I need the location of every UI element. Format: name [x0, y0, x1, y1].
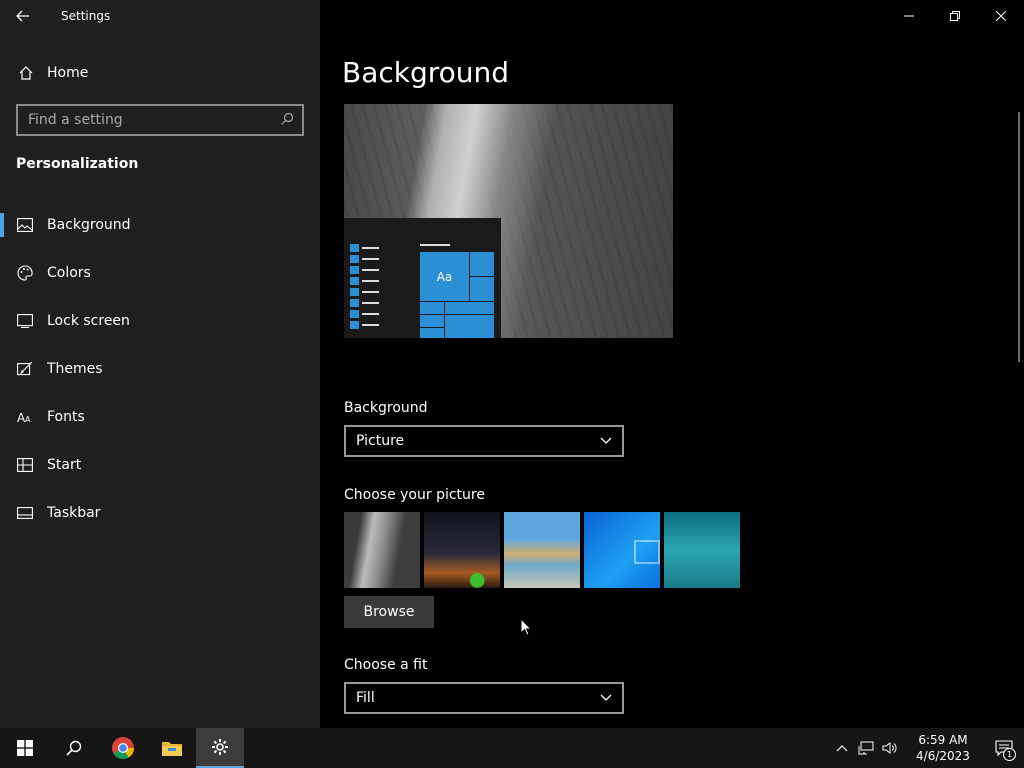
sidebar-item-background[interactable]: Background [0, 201, 320, 249]
settings-taskbar-button[interactable] [196, 728, 244, 768]
preview-tiles: Aa [420, 252, 494, 338]
choose-picture-label: Choose your picture [344, 487, 485, 503]
back-button[interactable] [0, 0, 46, 32]
minimize-icon [904, 15, 914, 17]
chevron-down-icon [600, 437, 612, 444]
search-box[interactable] [16, 104, 304, 136]
mouse-cursor-icon [520, 618, 532, 636]
picture-thumbnail[interactable] [344, 512, 420, 588]
scrollbar[interactable] [1018, 112, 1020, 362]
app-title: Settings [61, 9, 111, 23]
home-icon [0, 65, 47, 81]
picture-thumbnail[interactable] [504, 512, 580, 588]
restore-icon [950, 11, 960, 21]
sidebar-item-label: Lock screen [47, 313, 130, 329]
clock-time: 6:59 AM [918, 733, 968, 747]
sidebar-item-label: Fonts [47, 409, 85, 425]
fonts-icon: AA [0, 410, 47, 424]
picture-icon [0, 218, 47, 232]
taskbar: 6:59 AM 4/6/2023 1 [0, 728, 1024, 768]
windows-logo-icon [16, 740, 33, 756]
sidebar-item-lock-screen[interactable]: Lock screen [0, 297, 320, 345]
chevron-down-icon [600, 694, 612, 701]
system-tray: 6:59 AM 4/6/2023 1 [830, 728, 1024, 768]
settings-sidebar: Settings Home Personalization Background… [0, 0, 320, 728]
search-icon[interactable] [280, 111, 294, 130]
background-dropdown-value: Picture [356, 433, 405, 449]
sidebar-item-label: Taskbar [47, 505, 101, 521]
close-button[interactable] [978, 0, 1024, 32]
clock-date: 4/6/2023 [916, 749, 970, 763]
sidebar-item-themes[interactable]: Themes [0, 345, 320, 393]
start-icon [0, 458, 47, 472]
chrome-taskbar-button[interactable] [98, 728, 147, 768]
sidebar-item-taskbar[interactable]: Taskbar [0, 489, 320, 537]
network-icon[interactable] [854, 741, 878, 755]
action-center-button[interactable]: 1 [984, 728, 1024, 768]
window-controls [886, 0, 1024, 32]
search-icon [65, 740, 81, 756]
back-arrow-icon [16, 10, 29, 22]
svg-text:A: A [25, 415, 31, 424]
sidebar-item-start[interactable]: Start [0, 441, 320, 489]
background-dropdown[interactable]: Picture [344, 425, 624, 457]
picture-thumbnails [344, 512, 740, 588]
file-explorer-taskbar-button[interactable] [147, 728, 196, 768]
sidebar-item-label: Themes [47, 361, 103, 377]
background-label: Background [344, 400, 428, 416]
title-bar: Settings [0, 0, 320, 32]
sidebar-item-fonts[interactable]: AA Fonts [0, 393, 320, 441]
chevron-up-icon[interactable] [830, 744, 854, 752]
taskbar-icon [0, 507, 47, 519]
sidebar-item-colors[interactable]: Colors [0, 249, 320, 297]
picture-thumbnail[interactable] [664, 512, 740, 588]
gear-icon [212, 739, 228, 755]
fit-dropdown[interactable]: Fill [344, 682, 624, 714]
restore-button[interactable] [932, 0, 978, 32]
preview-start-menu: Aa [344, 218, 501, 338]
fit-label: Choose a fit [344, 657, 428, 673]
home-label: Home [47, 65, 89, 81]
picture-thumbnail[interactable] [584, 512, 660, 588]
search-taskbar-button[interactable] [49, 728, 98, 768]
sidebar-item-label: Colors [47, 265, 91, 281]
folder-icon [161, 742, 182, 756]
notification-badge: 1 [1003, 748, 1016, 761]
close-icon [996, 11, 1006, 21]
sidebar-nav: Background Colors Lock screen Themes AA … [0, 201, 320, 537]
section-title: Personalization [16, 156, 139, 172]
fit-dropdown-value: Fill [356, 690, 375, 706]
main-content: Background Aa Background Picture Choose … [320, 0, 1024, 728]
chrome-icon [111, 737, 134, 759]
themes-icon [0, 361, 47, 377]
browse-button[interactable]: Browse [344, 596, 434, 628]
clock[interactable]: 6:59 AM 4/6/2023 [908, 732, 978, 764]
picture-thumbnail[interactable] [424, 512, 500, 588]
preview-tile-text: Aa [420, 252, 469, 301]
minimize-button[interactable] [886, 0, 932, 32]
volume-icon[interactable] [878, 741, 902, 755]
sidebar-item-label: Start [47, 457, 82, 473]
palette-icon [0, 265, 47, 281]
home-nav-item[interactable]: Home [0, 55, 320, 91]
preview-line [420, 244, 450, 246]
start-button[interactable] [0, 728, 49, 768]
search-input[interactable] [28, 112, 280, 128]
page-title: Background [342, 56, 510, 89]
sidebar-item-label: Background [47, 217, 131, 233]
lock-screen-icon [0, 314, 47, 328]
background-preview: Aa [344, 104, 673, 338]
preview-app-list [350, 244, 379, 332]
